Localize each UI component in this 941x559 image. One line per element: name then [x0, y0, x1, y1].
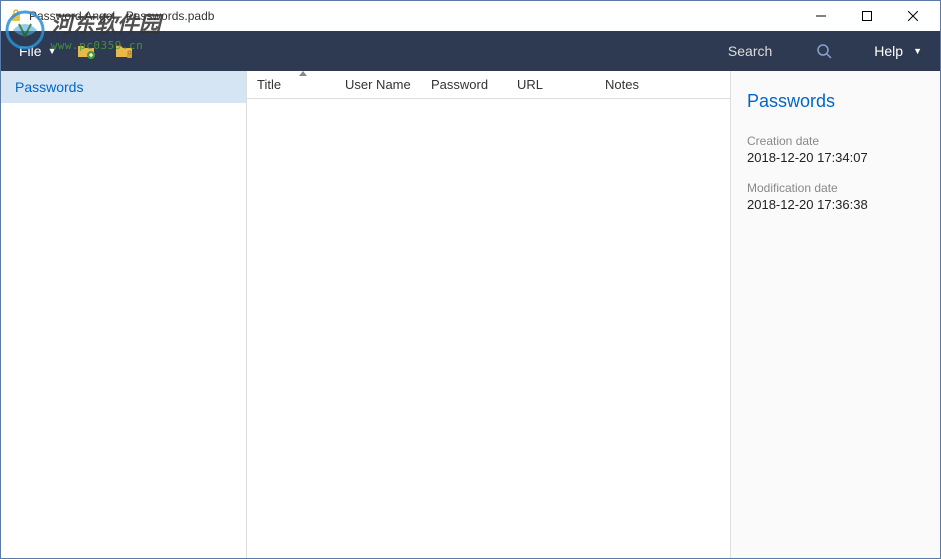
column-header-title[interactable]: Title: [247, 73, 335, 96]
column-header-url[interactable]: URL: [507, 73, 595, 96]
content-area: Passwords Title User Name Password URL N…: [1, 71, 940, 558]
sidebar-item-passwords[interactable]: Passwords: [1, 71, 246, 103]
search-icon[interactable]: [812, 39, 836, 63]
main-panel: Title User Name Password URL Notes: [247, 71, 730, 558]
main-toolbar: File ▼ Search Help ▼: [1, 31, 940, 71]
details-panel: Passwords Creation date 2018-12-20 17:34…: [730, 71, 940, 558]
search-label[interactable]: Search: [728, 43, 772, 59]
modification-date-label: Modification date: [747, 181, 924, 195]
app-icon: [9, 9, 23, 23]
window-titlebar: Password Angel - Passwords.padb: [1, 1, 940, 31]
folder-lock-icon[interactable]: [112, 39, 136, 63]
file-menu-label: File: [19, 43, 42, 59]
window-title: Password Angel - Passwords.padb: [29, 9, 798, 23]
column-header-password[interactable]: Password: [421, 73, 507, 96]
table-header: Title User Name Password URL Notes: [247, 71, 730, 99]
new-folder-icon[interactable]: [74, 39, 98, 63]
modification-date-value: 2018-12-20 17:36:38: [747, 197, 924, 212]
file-menu[interactable]: File ▼: [11, 39, 64, 63]
details-title: Passwords: [747, 91, 924, 112]
column-header-notes[interactable]: Notes: [595, 73, 730, 96]
help-menu-label: Help: [874, 43, 903, 59]
creation-date-value: 2018-12-20 17:34:07: [747, 150, 924, 165]
close-button[interactable]: [890, 1, 936, 31]
sidebar: Passwords: [1, 71, 247, 558]
column-header-username[interactable]: User Name: [335, 73, 421, 96]
sidebar-item-label: Passwords: [15, 79, 83, 95]
maximize-button[interactable]: [844, 1, 890, 31]
minimize-button[interactable]: [798, 1, 844, 31]
chevron-down-icon: ▼: [48, 46, 57, 56]
help-menu[interactable]: Help ▼: [866, 39, 930, 63]
creation-date-label: Creation date: [747, 134, 924, 148]
chevron-down-icon: ▼: [913, 46, 922, 56]
